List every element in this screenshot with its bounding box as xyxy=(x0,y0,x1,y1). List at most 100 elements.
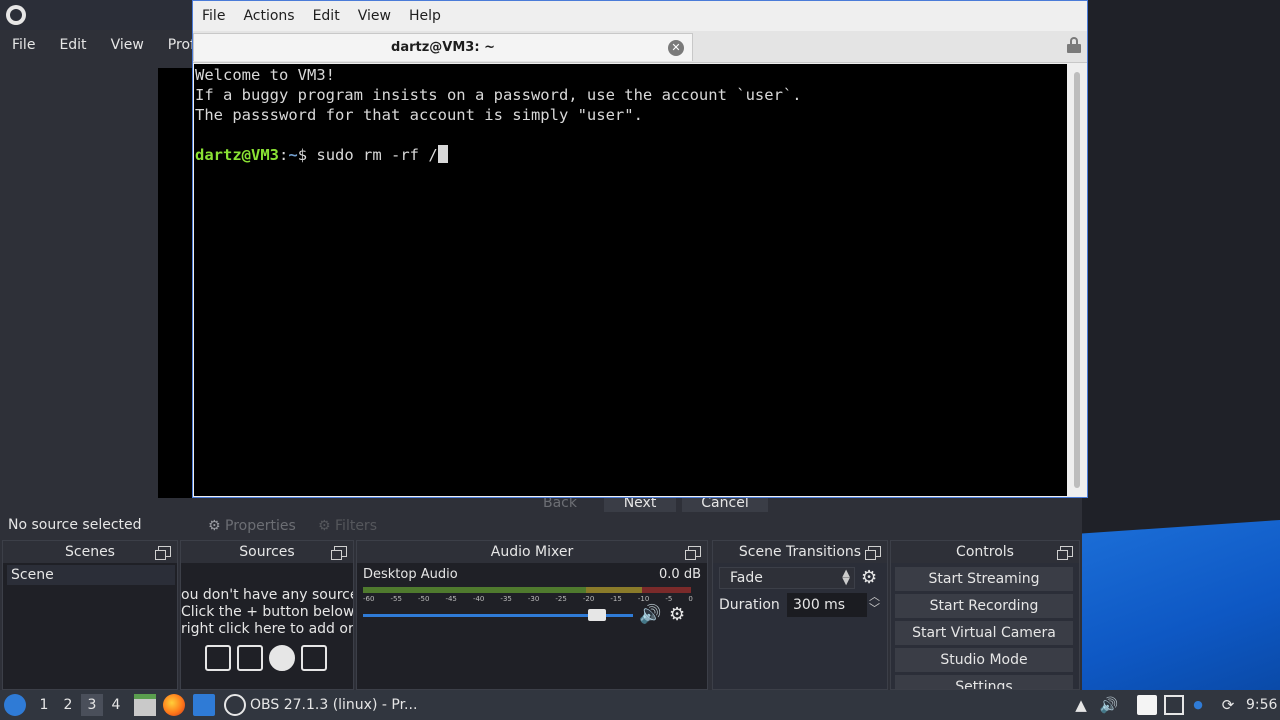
scene-transitions-dock: Scene Transitions Fade ▲ ▼ ⚙ Duration 300 … xyxy=(712,540,888,690)
taskbar-obs-task[interactable]: OBS 27.1.3 (linux) - Pr... xyxy=(224,692,424,718)
mixer-dock-title: Audio Mixer xyxy=(357,541,707,563)
filter-icon: ⚙ xyxy=(318,518,331,534)
term-menu-file[interactable]: File xyxy=(193,8,234,24)
sources-empty-message: ou don't have any sources Click the + bu… xyxy=(181,587,353,638)
undock-icon[interactable] xyxy=(865,546,881,560)
sources-dock-title: Sources xyxy=(181,541,353,563)
scrollbar-thumb[interactable] xyxy=(1074,72,1080,488)
text-cursor xyxy=(437,145,448,163)
scenes-title: Scenes xyxy=(65,544,115,560)
controls-dock: Controls Start Streaming Start Recording… xyxy=(890,540,1080,690)
workspace-3[interactable]: 3 xyxy=(81,694,103,716)
meter-tick-label: -60 xyxy=(363,595,375,603)
sources-dock: Sources ou don't have any sources Click … xyxy=(180,540,354,690)
source-toolbar: No source selected ⚙ Properties ⚙ Filter… xyxy=(0,512,1082,540)
term-menu-view[interactable]: View xyxy=(349,8,400,24)
controls-body: Start Streaming Start Recording Start Vi… xyxy=(891,563,1079,689)
transitions-body: Fade ▲ ▼ ⚙ Duration 300 ms ︿ ﹀ xyxy=(713,563,887,689)
settings-button[interactable]: Settings xyxy=(895,675,1073,689)
lock-icon[interactable] xyxy=(1067,37,1081,53)
workspace-1[interactable]: 1 xyxy=(33,694,55,716)
notification-icon[interactable]: ● xyxy=(1188,695,1208,715)
controls-dock-title: Controls xyxy=(891,541,1079,563)
mixer-title: Audio Mixer xyxy=(490,544,574,560)
browser-icon xyxy=(269,645,295,671)
meter-tick-label: -40 xyxy=(472,595,485,603)
undock-icon[interactable] xyxy=(155,546,171,560)
firefox-icon[interactable] xyxy=(163,694,185,716)
start-recording-button[interactable]: Start Recording xyxy=(895,594,1073,618)
term-menu-actions[interactable]: Actions xyxy=(234,8,303,24)
filters-button[interactable]: ⚙ Filters xyxy=(318,514,388,538)
prompt-user: dartz@VM3 xyxy=(195,146,279,164)
filters-label: Filters xyxy=(335,518,377,534)
undock-icon[interactable] xyxy=(1057,546,1073,560)
transition-select[interactable]: Fade ▲ ▼ xyxy=(719,567,855,589)
display-icon xyxy=(237,645,263,671)
tab-title: dartz@VM3: ~ xyxy=(391,40,495,55)
meter-tick-label: 0 xyxy=(688,595,693,603)
terminal-prompt-line: dartz@VM3:~$ sudo rm -rf / xyxy=(195,145,1067,165)
start-menu-icon[interactable] xyxy=(4,694,26,716)
terminal-output[interactable]: Welcome to VM3! If a buggy program insist… xyxy=(194,64,1067,496)
undock-icon[interactable] xyxy=(331,546,347,560)
file-manager-icon[interactable] xyxy=(134,694,156,716)
wallpaper-shape xyxy=(1080,520,1280,690)
meter-tick-label: -25 xyxy=(555,595,567,603)
sources-msg-line: Click the + button below, xyxy=(181,604,353,620)
volume-slider-handle[interactable] xyxy=(588,609,606,621)
sources-list[interactable]: ou don't have any sources Click the + bu… xyxy=(181,563,353,689)
speaker-icon[interactable]: 🔊 xyxy=(639,605,661,625)
channel-level: 0.0 dB xyxy=(659,567,701,582)
workspace-4[interactable]: 4 xyxy=(105,694,127,716)
terminal-scrollbar[interactable] xyxy=(1068,64,1087,496)
transitions-dock-title: Scene Transitions xyxy=(713,541,887,563)
network-icon[interactable] xyxy=(1164,695,1184,715)
scenes-dock: Scenes Scene xyxy=(2,540,178,690)
taskbar: 1 2 3 4 OBS 27.1.3 (linux) - Pr... ▲ 🔊 ●… xyxy=(0,690,1280,720)
audio-mixer-dock: Audio Mixer Desktop Audio 0.0 dB -60 -55 -… xyxy=(356,540,708,690)
duration-stepper[interactable]: ︿ ﹀ xyxy=(869,591,880,615)
term-menu-edit[interactable]: Edit xyxy=(304,8,349,24)
volume-icon[interactable]: 🔊 xyxy=(1099,695,1119,715)
duration-label: Duration xyxy=(719,597,780,613)
terminal-tab[interactable]: dartz@VM3: ~ ✕ xyxy=(193,33,693,61)
scenes-dock-title: Scenes xyxy=(3,541,177,563)
term-menu-help[interactable]: Help xyxy=(400,8,450,24)
obs-menu-view[interactable]: View xyxy=(99,37,156,53)
prompt-path: ~ xyxy=(288,146,298,164)
transition-value: Fade xyxy=(730,570,763,586)
clock: 9:56 xyxy=(1246,697,1278,713)
update-icon[interactable]: ⟳ xyxy=(1218,695,1238,715)
meter-scale: -60 -55 -50 -45 -40 -35 -30 -25 -20 -15 -10 -5 0 xyxy=(363,595,693,603)
scene-item[interactable]: Scene xyxy=(7,565,175,585)
prompt-sep: : xyxy=(279,146,289,164)
start-virtual-camera-button[interactable]: Start Virtual Camera xyxy=(895,621,1073,645)
gear-icon[interactable]: ⚙ xyxy=(669,605,691,625)
desktop-icon[interactable] xyxy=(193,694,215,716)
terminal-window: File Actions Edit View Help dartz@VM3: ~… xyxy=(192,0,1088,498)
obs-menu-edit[interactable]: Edit xyxy=(47,37,98,53)
meter-tick-label: -35 xyxy=(500,595,512,603)
properties-button[interactable]: ⚙ Properties xyxy=(208,514,308,538)
gear-icon[interactable]: ⚙ xyxy=(861,567,877,589)
start-streaming-button[interactable]: Start Streaming xyxy=(895,567,1073,591)
close-icon[interactable]: ✕ xyxy=(668,40,684,56)
duration-input[interactable]: 300 ms xyxy=(787,593,867,617)
tray-expand-icon[interactable]: ▲ xyxy=(1071,695,1091,715)
obs-logo-icon xyxy=(6,5,26,25)
undock-icon[interactable] xyxy=(685,546,701,560)
obs-menu-file[interactable]: File xyxy=(0,37,47,53)
sources-msg-line: ou don't have any sources xyxy=(181,587,353,603)
camera-icon xyxy=(301,645,327,671)
obs-menubar: File Edit View Profi xyxy=(0,30,200,60)
terminal-line: If a buggy program insists on a password… xyxy=(195,86,802,104)
meter-tick-label: -15 xyxy=(610,595,622,603)
terminal-line: The passsword for that account is simply… xyxy=(195,106,643,124)
volume-meter xyxy=(363,587,691,593)
workspace-2[interactable]: 2 xyxy=(57,694,79,716)
mixer-body: Desktop Audio 0.0 dB -60 -55 -50 -45 -40 -35-… xyxy=(357,563,707,689)
clipboard-icon[interactable] xyxy=(1137,695,1157,715)
studio-mode-button[interactable]: Studio Mode xyxy=(895,648,1073,672)
